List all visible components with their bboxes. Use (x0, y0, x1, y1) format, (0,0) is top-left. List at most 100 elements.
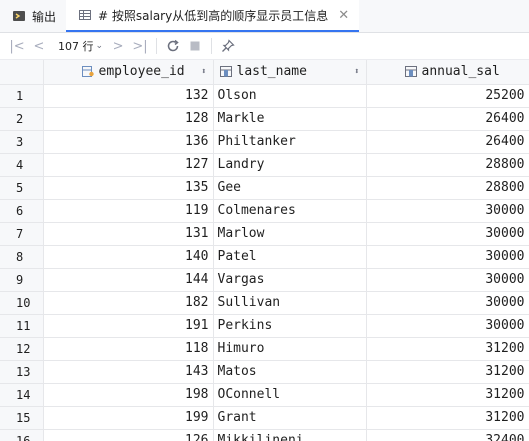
row-number: 7 (0, 222, 44, 246)
cell-last-name[interactable]: Perkins (213, 314, 367, 338)
row-number: 1 (0, 84, 44, 108)
last-page-icon[interactable]: >| (129, 35, 151, 57)
table-row[interactable]: 12 118 Himuro 31200 (0, 337, 529, 361)
cell-last-name[interactable]: Olson (213, 84, 367, 108)
column-name: annual_sal (421, 64, 500, 80)
cell-last-name[interactable]: Vargas (213, 268, 367, 292)
table-row[interactable]: 10 182 Sullivan 30000 (0, 291, 529, 315)
table-row[interactable]: 11 191 Perkins 30000 (0, 314, 529, 338)
table-row[interactable]: 15 199 Grant 31200 (0, 406, 529, 430)
cell-annual-sal[interactable]: 31200 (366, 360, 529, 384)
cell-annual-sal[interactable]: 30000 (366, 314, 529, 338)
cell-employee-id[interactable]: 128 (43, 107, 214, 131)
cell-annual-sal[interactable]: 30000 (366, 222, 529, 246)
column-icon (404, 65, 417, 77)
row-number: 9 (0, 268, 44, 292)
cell-employee-id[interactable]: 119 (43, 199, 214, 223)
cell-annual-sal[interactable]: 30000 (366, 291, 529, 315)
cell-employee-id[interactable]: 132 (43, 84, 214, 108)
cell-annual-sal[interactable]: 32400 (366, 429, 529, 441)
table-icon (79, 10, 92, 20)
table-row[interactable]: 5 135 Gee 28800 (0, 176, 529, 200)
cell-last-name[interactable]: Marlow (213, 222, 367, 246)
sort-icon[interactable]: ⬍ (354, 67, 359, 77)
cell-last-name[interactable]: Patel (213, 245, 367, 269)
column-header-last-name[interactable]: last_name ⬍ (213, 60, 367, 85)
table-row[interactable]: 7 131 Marlow 30000 (0, 222, 529, 246)
table-row[interactable]: 16 126 Mikkilineni 32400 (0, 429, 529, 441)
refresh-icon[interactable] (162, 35, 184, 57)
cell-employee-id[interactable]: 136 (43, 130, 214, 154)
row-number: 12 (0, 337, 44, 361)
cell-last-name[interactable]: Colmenares (213, 199, 367, 223)
table-row[interactable]: 1 132 Olson 25200 (0, 84, 529, 108)
cell-annual-sal[interactable]: 31200 (366, 406, 529, 430)
cell-annual-sal[interactable]: 25200 (366, 84, 529, 108)
row-count-dropdown[interactable]: 107 行 ⌄ (50, 38, 107, 54)
cell-annual-sal[interactable]: 28800 (366, 176, 529, 200)
cell-last-name[interactable]: OConnell (213, 383, 367, 407)
table-row[interactable]: 6 119 Colmenares 30000 (0, 199, 529, 223)
table-row[interactable]: 2 128 Markle 26400 (0, 107, 529, 131)
cell-last-name[interactable]: Markle (213, 107, 367, 131)
cell-annual-sal[interactable]: 30000 (366, 268, 529, 292)
table-row[interactable]: 13 143 Matos 31200 (0, 360, 529, 384)
cell-annual-sal[interactable]: 26400 (366, 130, 529, 154)
cell-last-name[interactable]: Matos (213, 360, 367, 384)
cell-annual-sal[interactable]: 31200 (366, 383, 529, 407)
cell-annual-sal[interactable]: 28800 (366, 153, 529, 177)
cell-employee-id[interactable]: 126 (43, 429, 214, 441)
cell-last-name[interactable]: Himuro (213, 337, 367, 361)
cell-last-name[interactable]: Mikkilineni (213, 429, 367, 441)
cell-employee-id[interactable]: 140 (43, 245, 214, 269)
toolbar-divider (156, 38, 158, 54)
row-number-header (0, 60, 44, 85)
cell-annual-sal[interactable]: 30000 (366, 245, 529, 269)
cell-last-name[interactable]: Grant (213, 406, 367, 430)
cell-annual-sal[interactable]: 31200 (366, 337, 529, 361)
table-row[interactable]: 4 127 Landry 28800 (0, 153, 529, 177)
column-header-annual-sal[interactable]: annual_sal (366, 60, 529, 85)
cell-employee-id[interactable]: 143 (43, 360, 214, 384)
row-number: 10 (0, 291, 44, 315)
cell-employee-id[interactable]: 182 (43, 291, 214, 315)
tab-query-result[interactable]: # 按照salary从低到高的顺序显示员工信息 ✕ (66, 0, 360, 32)
row-number: 3 (0, 130, 44, 154)
cell-last-name[interactable]: Landry (213, 153, 367, 177)
table-row[interactable]: 9 144 Vargas 30000 (0, 268, 529, 292)
cell-employee-id[interactable]: 191 (43, 314, 214, 338)
chevron-down-icon: ⌄ (95, 41, 104, 51)
cell-employee-id[interactable]: 198 (43, 383, 214, 407)
cell-employee-id[interactable]: 135 (43, 176, 214, 200)
cell-last-name[interactable]: Philtanker (213, 130, 367, 154)
cell-employee-id[interactable]: 118 (43, 337, 214, 361)
cell-annual-sal[interactable]: 30000 (366, 199, 529, 223)
cell-last-name[interactable]: Gee (213, 176, 367, 200)
column-header-employee-id[interactable]: employee_id ⬍ (43, 60, 214, 85)
sort-icon[interactable]: ⬍ (201, 67, 206, 77)
row-number: 15 (0, 406, 44, 430)
tab-output[interactable]: 输出 (0, 0, 66, 32)
cell-employee-id[interactable]: 127 (43, 153, 214, 177)
result-table: employee_id ⬍ last_name ⬍ annual_sal 1 1… (0, 60, 529, 441)
row-number: 2 (0, 107, 44, 131)
column-name: employee_id (98, 64, 185, 80)
cell-annual-sal[interactable]: 26400 (366, 107, 529, 131)
pin-icon[interactable] (217, 35, 239, 57)
table-row[interactable]: 3 136 Philtanker 26400 (0, 130, 529, 154)
table-body: 1 132 Olson 25200 2 128 Markle 26400 3 136 Philtan… (0, 84, 529, 441)
result-grid: employee_id ⬍ last_name ⬍ annual_sal 1 1… (0, 60, 529, 441)
table-row[interactable]: 8 140 Patel 30000 (0, 245, 529, 269)
cell-employee-id[interactable]: 199 (43, 406, 214, 430)
cell-last-name[interactable]: Sullivan (213, 291, 367, 315)
row-number: 8 (0, 245, 44, 269)
table-row[interactable]: 14 198 OConnell 31200 (0, 383, 529, 407)
result-toolbar: |< < 107 行 ⌄ > >| (0, 33, 529, 60)
close-icon[interactable]: ✕ (338, 8, 349, 23)
cell-employee-id[interactable]: 131 (43, 222, 214, 246)
next-page-icon[interactable]: > (107, 35, 129, 57)
cell-employee-id[interactable]: 144 (43, 268, 214, 292)
first-page-icon[interactable]: |< (6, 35, 28, 57)
prev-page-icon[interactable]: < (28, 35, 50, 57)
stop-icon[interactable] (184, 35, 206, 57)
